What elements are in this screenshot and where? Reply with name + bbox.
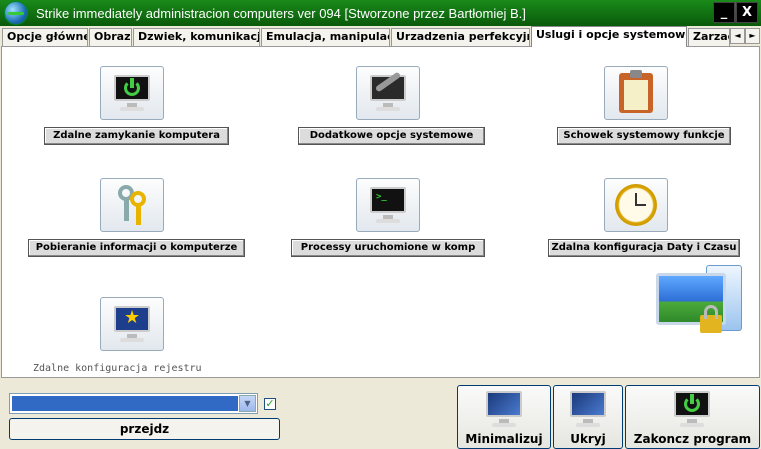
running-processes-button[interactable]: Processy uruchomione w komp: [291, 239, 485, 257]
tab-obraz[interactable]: Obraz: [89, 28, 132, 46]
wrench-monitor-icon: [368, 71, 408, 113]
target-selector-value: [12, 396, 238, 411]
tab-scroll-left-button[interactable]: ◄: [730, 28, 745, 44]
remote-shutdown-icon-button[interactable]: [100, 66, 164, 120]
title-bar: Strike immediately administracion comput…: [0, 0, 761, 26]
confirm-checkbox[interactable]: ✓: [264, 398, 276, 410]
running-processes-icon-button[interactable]: >_: [356, 178, 420, 232]
tab-uslugi-systemowe[interactable]: Uslugi i opcje systemowe: [531, 26, 687, 47]
computer-info-button[interactable]: Pobieranie informacji o komputerze: [28, 239, 245, 257]
minimize-window-button[interactable]: _: [713, 2, 735, 23]
computer-info-icon-button[interactable]: [100, 178, 164, 232]
target-selector[interactable]: ▼: [9, 393, 258, 414]
remote-shutdown-button[interactable]: Zdalne zamykanie komputera: [44, 127, 229, 145]
clipboard-icon: [619, 70, 653, 113]
hide-button[interactable]: Ukryj: [553, 385, 623, 449]
tab-strip: Opcje główne Obraz Dzwiek, komunikacja E…: [0, 26, 761, 47]
security-lock-illustration: [650, 265, 750, 360]
tab-emulacja[interactable]: Emulacja, manipulacja: [261, 28, 390, 46]
monitor-icon: [484, 389, 524, 429]
system-clipboard-button[interactable]: Schowek systemowy funkcje: [557, 127, 731, 145]
tab-scroll-right-button[interactable]: ►: [745, 28, 760, 44]
extra-system-options-button[interactable]: Dodatkowe opcje systemowe: [298, 127, 485, 145]
close-window-button[interactable]: X: [736, 2, 758, 23]
minimize-button[interactable]: Minimalizuj: [457, 385, 551, 449]
clock-icon: [615, 184, 657, 226]
tab-urzadzenia[interactable]: Urzadzenia perfekcyjne: [391, 28, 530, 46]
remote-datetime-icon-button[interactable]: [604, 178, 668, 232]
terminal-monitor-icon: >_: [368, 185, 408, 225]
star-monitor-icon: ★: [112, 304, 152, 344]
remote-registry-icon-button[interactable]: ★: [100, 297, 164, 351]
keys-icon: [112, 183, 152, 227]
tab-dzwiek[interactable]: Dzwiek, komunikacja: [133, 28, 260, 46]
power-monitor-icon: [112, 73, 152, 113]
go-button[interactable]: przejdz: [9, 418, 280, 440]
tab-scroll-arrows: ◄ ►: [730, 28, 760, 44]
remote-datetime-button[interactable]: Zdalna konfiguracja Daty i Czasu: [548, 239, 740, 257]
window-title: Strike immediately administracion comput…: [36, 5, 526, 21]
remote-registry-label[interactable]: Zdalne konfiguracja rejestru: [33, 363, 202, 374]
exit-program-button[interactable]: Zakoncz program: [625, 385, 760, 449]
tab-zarzad[interactable]: Zarzad: [688, 28, 730, 46]
tab-opcje-glowne[interactable]: Opcje główne: [2, 28, 88, 46]
monitor-icon: [568, 389, 608, 429]
extra-system-options-icon-button[interactable]: [356, 66, 420, 120]
minimize-button-label: Minimalizuj: [465, 432, 543, 446]
chevron-down-icon[interactable]: ▼: [239, 395, 256, 412]
power-monitor-icon: [672, 389, 712, 429]
app-globe-icon: [4, 1, 28, 25]
hide-button-label: Ukryj: [570, 432, 606, 446]
exit-program-button-label: Zakoncz program: [633, 432, 752, 446]
system-clipboard-icon-button[interactable]: [604, 66, 668, 120]
